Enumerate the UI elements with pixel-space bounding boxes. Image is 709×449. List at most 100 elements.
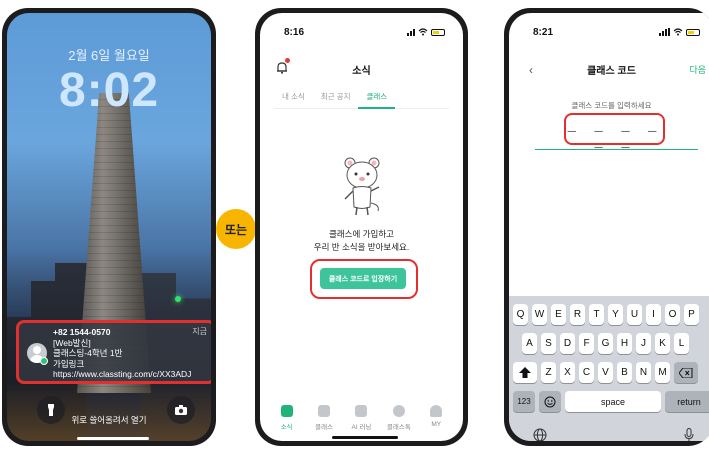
status-bar: 8:16 [260,13,463,43]
key-f[interactable]: F [579,333,594,354]
nav-label: 클래스톡 [386,424,411,431]
emoji-icon [544,396,556,407]
keyboard-row-4: 123 space return [513,391,709,412]
nav-my[interactable]: MY [418,405,454,435]
nav-label: MY [431,421,442,428]
mascot-illustration [344,157,380,216]
person-icon [430,405,443,417]
battery-icon [686,28,700,36]
signal-icon [407,28,415,36]
key-x[interactable]: X [560,362,575,383]
nav-classtalk[interactable]: 클래스톡 [381,405,417,435]
key-r[interactable]: R [570,304,585,325]
grid-icon [318,405,331,417]
join-class-message: 클래스에 가입하고 우리 반 소식을 받아보세요. [260,228,463,254]
key-q[interactable]: Q [513,304,528,325]
microphone-icon[interactable] [684,428,694,441]
chat-icon [392,405,405,417]
key-b[interactable]: B [617,362,632,383]
tab-class[interactable]: 클래스 [358,89,396,109]
signal-icon [659,28,670,36]
notification-line: 클래스팅-4학년 1반 [53,348,123,358]
key-a[interactable]: A [522,333,537,354]
space-key[interactable]: space [565,391,661,412]
globe-icon[interactable] [533,428,547,441]
status-bar: 8:21 [509,13,709,43]
class-code-screen: 8:21 ‹ 클래스 코드 다음 클래스 코드를 입력하세요 _ _ _ _ _… [509,13,709,441]
status-time: 8:21 [533,27,554,38]
notification-link[interactable]: https://www.classting.com/c/XX3ADJ [53,369,207,380]
tab-my-news[interactable]: 내 소식 [274,89,313,109]
nav-label: 소식 [280,424,293,431]
emoji-key[interactable] [539,391,561,412]
key-w[interactable]: W [532,304,547,325]
input-underline [535,149,698,150]
key-n[interactable]: N [636,362,651,383]
key-e[interactable]: E [551,304,566,325]
key-j[interactable]: J [636,333,651,354]
key-t[interactable]: T [589,304,604,325]
key-m[interactable]: M [655,362,670,383]
key-i[interactable]: I [646,304,661,325]
key-u[interactable]: U [627,304,642,325]
shift-arrow-icon [519,367,531,378]
key-g[interactable]: G [598,333,613,354]
keyboard-row-3: Z X C V B N M [513,362,709,383]
notification-line: 가입링크 [53,358,85,369]
tab-recent-notices[interactable]: 최근 공지 [313,89,359,109]
key-k[interactable]: K [655,333,670,354]
keyboard-row-2: A S D F G H J K L [522,333,709,354]
battery-icon [431,28,445,36]
nav-label: AI 러닝 [351,424,372,431]
message-line: 클래스에 가입하고 [329,229,394,239]
shift-key[interactable] [513,362,537,383]
message-line: 우리 반 소식을 받아보세요. [313,242,410,252]
nav-news[interactable]: 소식 [269,405,305,435]
class-code-input[interactable]: _ _ _ _ _ _ [566,119,663,151]
notification-line: [Web발신] [53,337,91,348]
home-indicator[interactable] [332,436,398,439]
sms-notification[interactable]: 지금 +82 1544-0570 [Web발신] 클래스팅-4학년 1반 가입링… [16,320,211,384]
code-prompt: 클래스 코드를 입력하세요 [571,101,652,110]
ios-keyboard: Q W E R T Y U I O P A S D F G H J K L Z … [509,296,709,441]
news-phone: 8:16 소식 내 소식 최근 공지 클래스 클래스에 가입하고 우리 반 소식… [255,8,468,446]
key-h[interactable]: H [617,333,632,354]
key-o[interactable]: O [665,304,680,325]
join-with-class-code-button[interactable]: 클래스 코드로 입장하기 [320,268,406,289]
key-v[interactable]: V [598,362,613,383]
page-title: 클래스 코드 [587,66,636,77]
nav-class[interactable]: 클래스 [306,405,342,435]
page-title: 소식 [352,66,371,77]
home-indicator[interactable] [77,437,149,440]
lockscreen-phone: 2월 6일 월요일 8:02 지금 +82 1544-0570 [Web발신] … [2,8,216,446]
bottom-nav: 소식 클래스 AI 러닝 클래스톡 MY [260,405,463,435]
next-button[interactable]: 다음 [689,63,706,76]
lockscreen-time: 8:02 [58,64,160,117]
ai-learning-icon [355,405,368,417]
wallpaper-traffic-light [175,296,181,302]
lockscreen-date: 2월 6일 월요일 [68,48,150,63]
wifi-icon [673,28,683,36]
key-d[interactable]: D [560,333,575,354]
class-code-input-highlight[interactable]: _ _ _ _ _ _ [564,113,665,151]
numbers-key[interactable]: 123 [513,391,535,412]
or-badge: 또는 [216,209,256,249]
status-icons [407,28,445,36]
nav-ai-learning[interactable]: AI 러닝 [343,405,379,435]
news-icon [280,405,293,417]
return-key[interactable]: return [665,391,709,412]
backspace-icon [679,367,693,378]
key-l[interactable]: L [674,333,689,354]
news-tabs: 내 소식 최근 공지 클래스 [274,89,449,109]
key-c[interactable]: C [579,362,594,383]
lockscreen: 2월 6일 월요일 8:02 지금 +82 1544-0570 [Web발신] … [7,13,211,441]
key-y[interactable]: Y [608,304,623,325]
key-s[interactable]: S [541,333,556,354]
notification-sender: +82 1544-0570 [53,327,111,337]
key-z[interactable]: Z [541,362,556,383]
wifi-icon [418,28,428,36]
messages-badge-icon [40,357,48,365]
class-code-phone: 8:21 ‹ 클래스 코드 다음 클래스 코드를 입력하세요 _ _ _ _ _… [504,8,709,446]
backspace-key[interactable] [674,362,698,383]
key-p[interactable]: P [684,304,699,325]
